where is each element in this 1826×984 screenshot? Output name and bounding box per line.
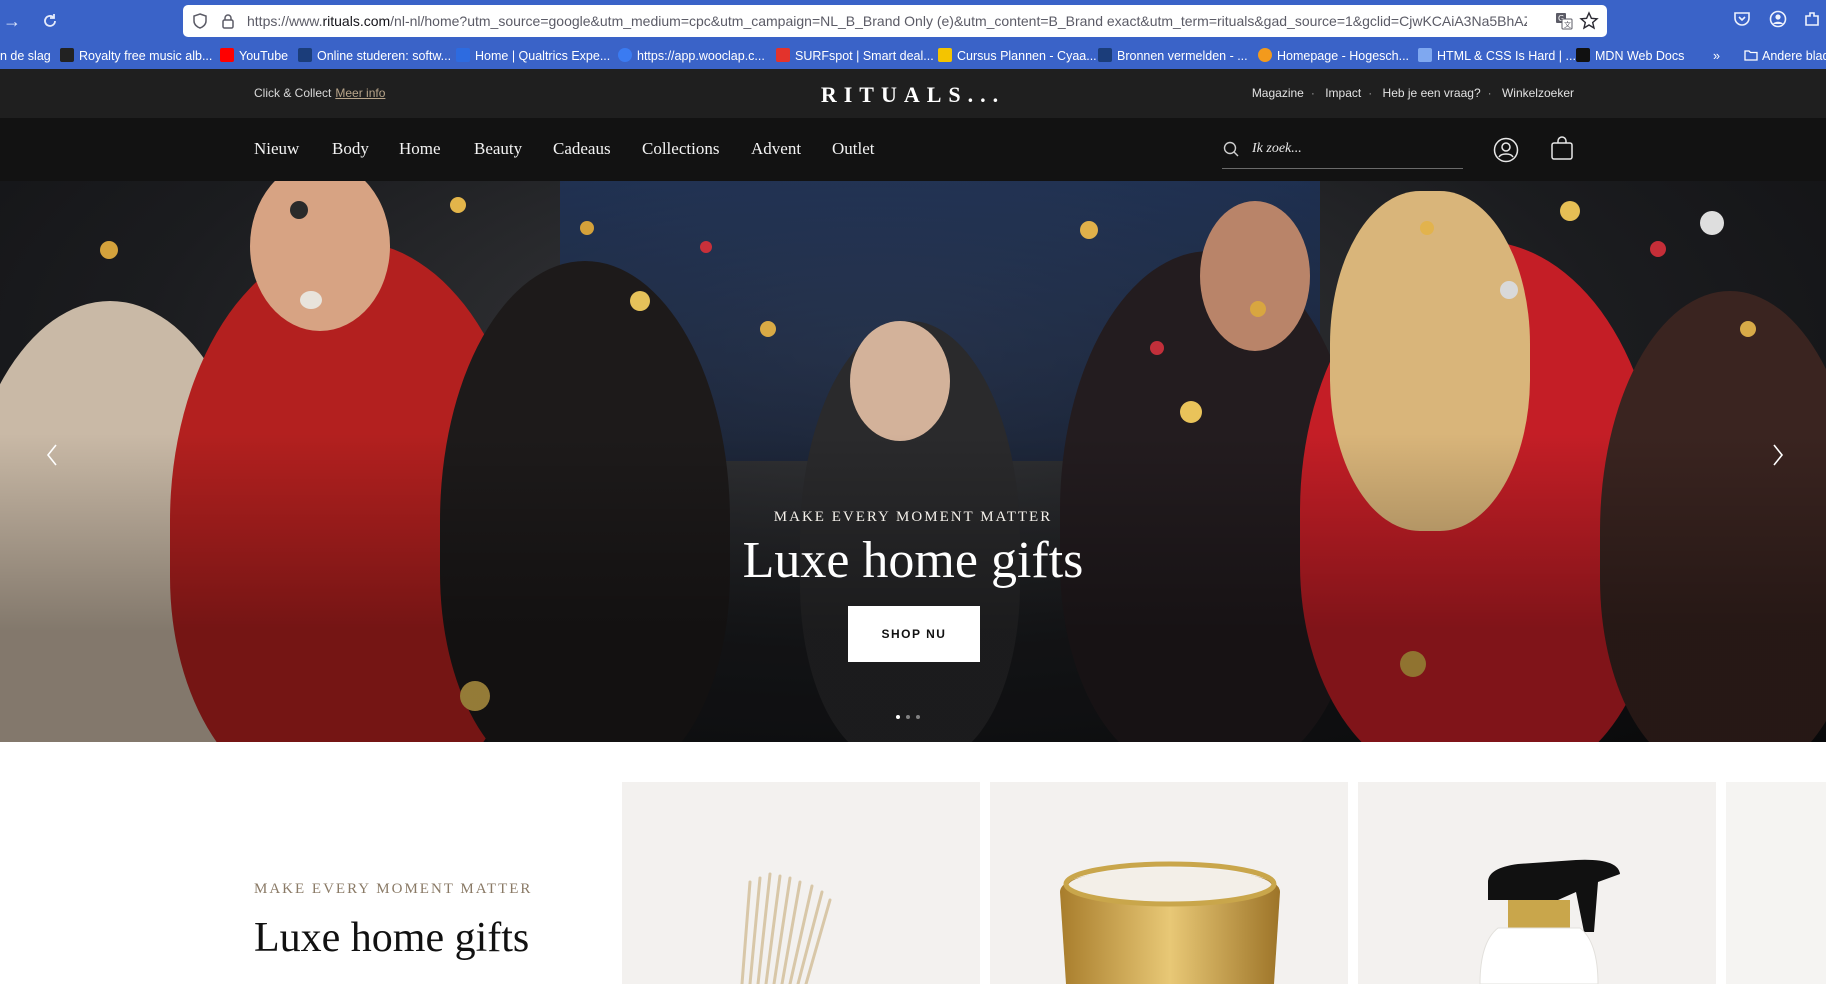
bookmark-item[interactable]: YouTube — [220, 47, 288, 65]
bookmark-item[interactable]: Online studeren: softw... — [298, 47, 451, 65]
carousel-dot[interactable] — [916, 715, 920, 719]
shopping-bag-icon[interactable] — [1550, 135, 1574, 166]
top-links: Magazine · Impact · Heb je een vraag? · Win… — [1251, 86, 1574, 100]
bookmark-item[interactable]: Cursus Plannen - Cyaa... — [938, 47, 1097, 65]
chevron-right-icon[interactable] — [1766, 437, 1790, 473]
question-link[interactable]: Heb je een vraag? — [1383, 86, 1481, 100]
diffuser-image — [740, 872, 832, 984]
bookmark-favicon-icon — [60, 48, 74, 62]
nav-item-body[interactable]: Body — [332, 139, 369, 159]
bookmark-item[interactable]: Royalty free music alb... — [60, 47, 212, 65]
wifi-icon — [1098, 48, 1112, 62]
nav-item-beauty[interactable]: Beauty — [474, 139, 522, 159]
translate-icon[interactable]: G文 — [1555, 12, 1573, 35]
browser-toolbar: → https://www.rituals.com/nl-nl/home?utm… — [0, 0, 1826, 42]
main-navigation: Nieuw Body Home Beauty Cadeaus Collectio… — [0, 118, 1826, 181]
store-finder-link[interactable]: Winkelzoeker — [1502, 86, 1574, 100]
search-bar[interactable] — [1222, 130, 1463, 169]
candle-image — [1060, 861, 1280, 984]
nav-item-collections[interactable]: Collections — [642, 139, 719, 159]
address-bar[interactable]: https://www.rituals.com/nl-nl/home?utm_s… — [183, 5, 1607, 37]
account-icon[interactable] — [1769, 10, 1787, 33]
bookmark-item[interactable]: n de slag — [0, 47, 51, 65]
bookmark-item[interactable]: SURFspot | Smart deal... — [776, 47, 934, 65]
nav-item-advent[interactable]: Advent — [751, 139, 801, 159]
pocket-icon[interactable] — [1733, 10, 1751, 33]
reload-icon[interactable] — [38, 9, 62, 33]
url-text[interactable]: https://www.rituals.com/nl-nl/home?utm_s… — [247, 13, 1527, 31]
product-card-diffuser[interactable] — [622, 782, 980, 984]
wifi-icon — [298, 48, 312, 62]
hero-title: Luxe home gifts — [742, 532, 1084, 589]
bookmark-item[interactable]: Bronnen vermelden - ... — [1098, 47, 1248, 65]
shop-now-button[interactable]: SHOP NU — [848, 606, 980, 662]
extensions-icon[interactable] — [1803, 10, 1821, 33]
product-card-candle[interactable] — [990, 782, 1348, 984]
mdn-icon — [1576, 48, 1590, 62]
hogeschool-icon — [1258, 48, 1272, 62]
search-icon[interactable] — [1222, 140, 1240, 163]
carousel-dot[interactable] — [906, 715, 910, 719]
svg-text:文: 文 — [1564, 20, 1571, 29]
impact-link[interactable]: Impact — [1325, 86, 1361, 100]
shield-icon[interactable] — [193, 13, 207, 34]
nav-item-home[interactable]: Home — [399, 139, 441, 159]
hero-kicker: MAKE EVERY MOMENT MATTER — [773, 509, 1053, 525]
carousel-dot[interactable] — [896, 715, 900, 719]
carousel-dots — [893, 706, 923, 724]
nav-item-outlet[interactable]: Outlet — [832, 139, 875, 159]
product-card-partial[interactable] — [1726, 782, 1826, 984]
forward-icon[interactable]: → — [0, 9, 24, 33]
folder-icon — [1744, 50, 1758, 61]
other-bookmarks-folder[interactable]: Andere blad — [1744, 47, 1826, 65]
cyaan-icon — [938, 48, 952, 62]
search-input[interactable] — [1252, 138, 1452, 160]
product-section: MAKE EVERY MOMENT MATTER Luxe home gifts — [0, 742, 1826, 984]
hero-banner[interactable]: MAKE EVERY MOMENT MATTER Luxe home gifts… — [0, 181, 1826, 742]
bookmark-star-icon[interactable] — [1579, 11, 1599, 36]
user-account-icon[interactable] — [1493, 137, 1519, 168]
more-bookmarks-icon[interactable]: » — [1713, 47, 1720, 65]
spray-bottle-image — [1479, 859, 1620, 984]
site-topbar: Click & Collect Meer info RITUALS... Maga… — [0, 69, 1826, 118]
nav-item-nieuw[interactable]: Nieuw — [254, 139, 299, 159]
wifi-icon — [1418, 48, 1432, 62]
bookmarks-bar: n de slag Royalty free music alb... YouT… — [0, 42, 1826, 69]
section-title: Luxe home gifts — [254, 915, 530, 961]
section-kicker: MAKE EVERY MOMENT MATTER — [254, 881, 533, 897]
surfspot-icon — [776, 48, 790, 62]
bookmark-item[interactable]: https://app.wooclap.c... — [618, 47, 765, 65]
bookmark-item[interactable]: Homepage - Hogesch... — [1258, 47, 1409, 65]
wooclap-icon — [618, 48, 632, 62]
chevron-left-icon[interactable] — [40, 437, 64, 473]
bookmark-item[interactable]: MDN Web Docs — [1576, 47, 1684, 65]
magazine-link[interactable]: Magazine — [1252, 86, 1304, 100]
bookmark-item[interactable]: Home | Qualtrics Expe... — [456, 47, 610, 65]
nav-item-cadeaus[interactable]: Cadeaus — [553, 139, 611, 159]
bookmark-item[interactable]: HTML & CSS Is Hard | ... — [1418, 47, 1576, 65]
lock-icon[interactable] — [221, 13, 235, 34]
product-card-spray[interactable] — [1358, 782, 1716, 984]
youtube-icon — [220, 48, 234, 62]
qualtrics-icon — [456, 48, 470, 62]
